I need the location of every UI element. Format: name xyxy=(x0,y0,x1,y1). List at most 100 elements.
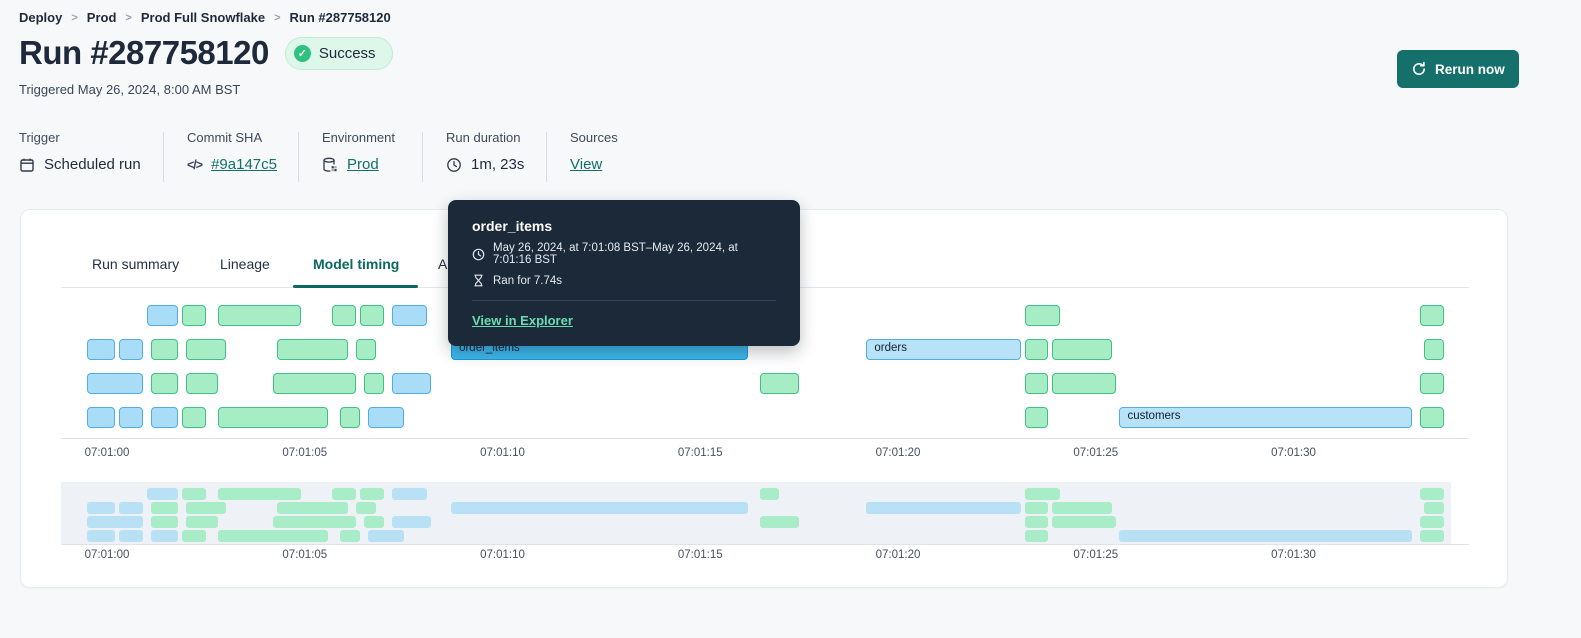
tooltip-duration: Ran for 7.74s xyxy=(493,274,563,287)
refresh-icon xyxy=(1411,61,1427,77)
breadcrumb-separator: > xyxy=(71,11,78,24)
gantt-bar[interactable] xyxy=(1024,373,1049,394)
axis-label: 07:01:30 xyxy=(1271,549,1316,561)
model-tooltip: order_items May 26, 2024, at 7:01:08 BST… xyxy=(448,200,800,346)
minimap-bar xyxy=(146,488,179,500)
gantt-bar[interactable] xyxy=(150,373,179,394)
minimap-bar xyxy=(1024,502,1049,514)
minimap-bar xyxy=(866,502,1021,514)
commit-sha-link[interactable]: #9a147c5 xyxy=(211,156,277,173)
gantt-bar[interactable] xyxy=(150,339,179,360)
gantt-bar[interactable] xyxy=(360,305,384,326)
status-badge: ✓ Success xyxy=(284,36,393,70)
gantt-bar[interactable] xyxy=(1052,373,1116,394)
breadcrumb-item-prod[interactable]: Prod xyxy=(87,10,117,25)
tooltip-model-name: order_items xyxy=(472,218,553,234)
axis-label: 07:01:10 xyxy=(480,549,525,561)
minimap-bar xyxy=(1420,530,1444,542)
gantt-bar[interactable] xyxy=(391,373,432,394)
minimap-bar xyxy=(391,488,428,500)
gantt-bar[interactable] xyxy=(340,407,361,428)
breadcrumb: Deploy > Prod > Prod Full Snowflake > Ru… xyxy=(19,10,391,25)
breadcrumb-item-job[interactable]: Prod Full Snowflake xyxy=(141,10,265,25)
tooltip-time-range: May 26, 2024, at 7:01:08 BST–May 26, 202… xyxy=(493,242,738,266)
minimap-bar xyxy=(150,516,179,528)
minimap-bar xyxy=(118,530,143,542)
gantt-bar[interactable] xyxy=(273,373,357,394)
environment-link[interactable]: Prod xyxy=(347,156,379,173)
gantt-bar[interactable] xyxy=(1024,305,1061,326)
axis-label: 07:01:20 xyxy=(875,549,921,561)
gantt-bar[interactable] xyxy=(118,339,143,360)
minimap-bar xyxy=(273,516,357,528)
axis-label: 07:01:00 xyxy=(84,447,130,459)
gantt-bar[interactable] xyxy=(1424,339,1444,360)
minimap-bar xyxy=(391,516,432,528)
breadcrumb-item-current-run: Run #287758120 xyxy=(289,10,391,25)
gantt-bar[interactable] xyxy=(332,305,357,326)
gantt-bar[interactable] xyxy=(87,373,143,394)
gantt-bar[interactable] xyxy=(277,339,349,360)
gantt-bar[interactable] xyxy=(146,305,179,326)
minimap-bar xyxy=(1052,516,1116,528)
gantt-bar-orders[interactable]: orders xyxy=(866,339,1021,360)
axis-label: 07:01:05 xyxy=(282,447,328,459)
meta-environment: Environment Prod xyxy=(322,130,395,173)
gantt-bar[interactable] xyxy=(1420,407,1444,428)
axis-label: 07:01:20 xyxy=(875,447,921,459)
gantt-bar[interactable] xyxy=(217,305,301,326)
breadcrumb-item-deploy[interactable]: Deploy xyxy=(19,10,62,25)
tab-lineage[interactable]: Lineage xyxy=(220,256,270,272)
minimap-bar xyxy=(759,488,780,500)
minimap-bar xyxy=(368,530,404,542)
sources-view-link[interactable]: View xyxy=(570,156,602,173)
gantt-bar[interactable] xyxy=(217,407,329,428)
gantt-bar[interactable] xyxy=(759,373,800,394)
tab-model-timing[interactable]: Model timing xyxy=(313,256,399,272)
minimap-bar xyxy=(364,516,384,528)
view-in-explorer-link[interactable]: View in Explorer xyxy=(472,313,573,328)
minimap-bar xyxy=(186,516,218,528)
gantt-bar[interactable] xyxy=(1024,339,1049,360)
tab-run-summary[interactable]: Run summary xyxy=(92,256,179,272)
minimap-bar xyxy=(150,502,179,514)
calendar-icon xyxy=(19,157,35,173)
gantt-bar[interactable] xyxy=(87,407,115,428)
gantt-bar[interactable] xyxy=(391,305,428,326)
axis-label: 07:01:10 xyxy=(480,447,525,459)
gantt-bar[interactable] xyxy=(118,407,143,428)
gantt-bar[interactable] xyxy=(1420,373,1444,394)
breadcrumb-separator: > xyxy=(274,11,281,24)
gantt-bar[interactable] xyxy=(368,407,404,428)
gantt-bar[interactable] xyxy=(186,339,226,360)
minimap-bar xyxy=(1424,502,1444,514)
meta-label: Sources xyxy=(570,130,618,145)
minimap-bar xyxy=(118,502,143,514)
minimap-bar xyxy=(759,516,800,528)
gantt-bar-customers[interactable]: customers xyxy=(1119,407,1413,428)
divider xyxy=(472,300,776,301)
meta-run-duration: Run duration 1m, 23s xyxy=(446,130,524,173)
axis-label: 07:01:30 xyxy=(1271,447,1316,459)
minimap-bar xyxy=(186,502,226,514)
page-title: Run #287758120 xyxy=(19,34,269,71)
axis-label: 07:01:00 xyxy=(84,549,130,561)
gantt-bar[interactable] xyxy=(364,373,384,394)
gantt-bar[interactable] xyxy=(182,407,206,428)
gantt-bar[interactable] xyxy=(356,339,376,360)
gantt-bar[interactable] xyxy=(1024,407,1049,428)
gantt-bar[interactable] xyxy=(150,407,179,428)
gantt-bar[interactable] xyxy=(186,373,218,394)
code-icon: </> xyxy=(187,157,203,172)
rerun-now-button[interactable]: Rerun now xyxy=(1397,50,1519,88)
minimap-bar xyxy=(182,530,206,542)
gantt-bar[interactable] xyxy=(1420,305,1444,326)
gantt-axis-line xyxy=(61,438,1469,439)
divider xyxy=(163,132,164,182)
gantt-bar[interactable] xyxy=(1052,339,1112,360)
gantt-bar[interactable] xyxy=(182,305,206,326)
meta-label: Trigger xyxy=(19,130,60,145)
minimap-bar xyxy=(1119,530,1413,542)
axis-label: 07:01:25 xyxy=(1073,549,1119,561)
gantt-bar[interactable] xyxy=(87,339,115,360)
